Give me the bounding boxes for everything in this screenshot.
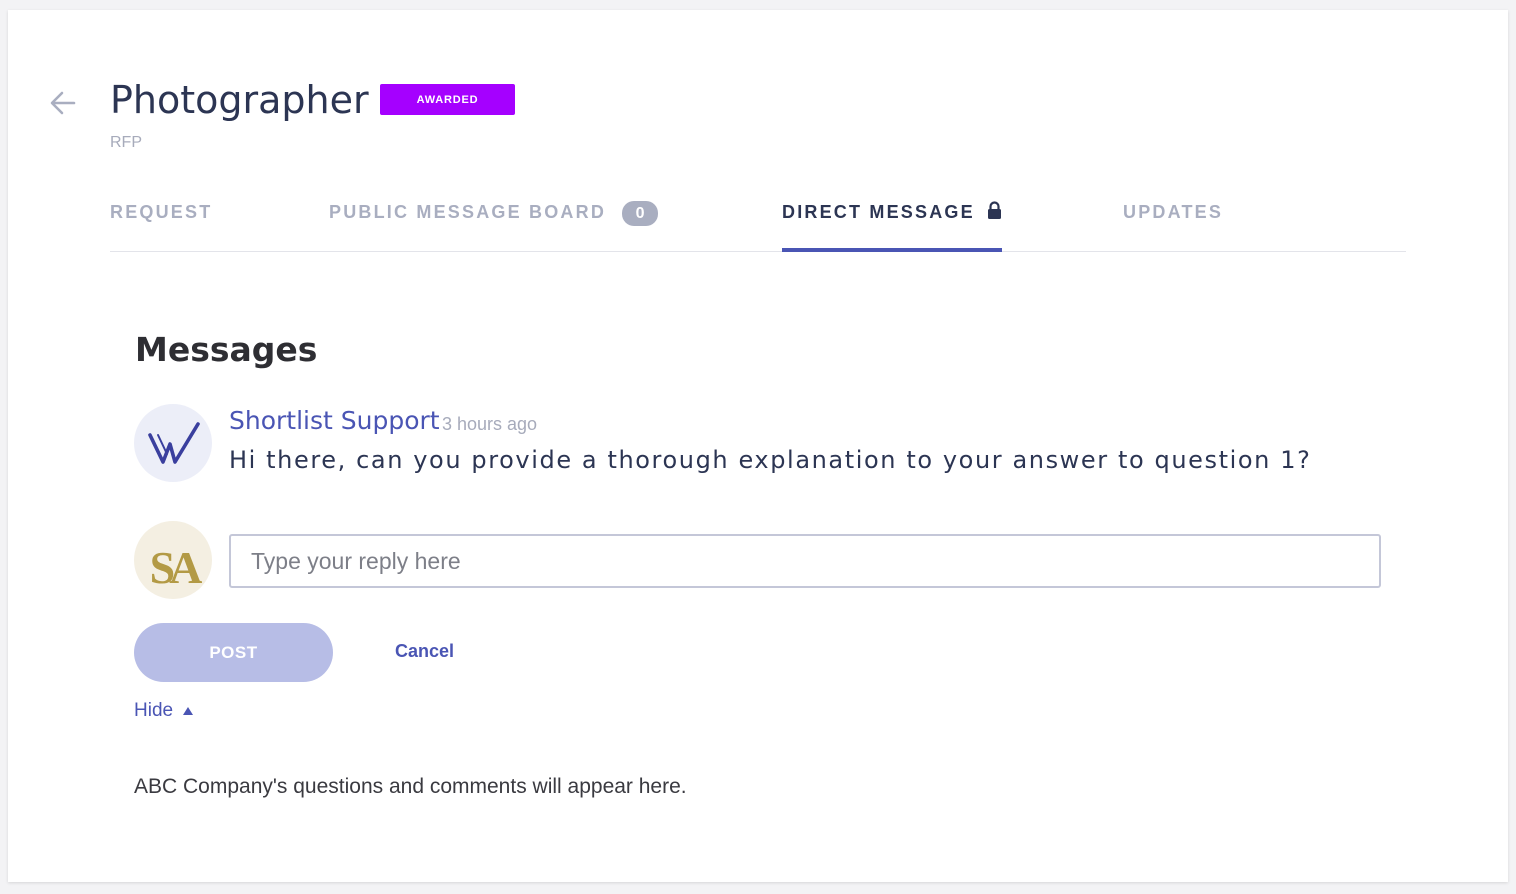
messages-heading: Messages bbox=[135, 330, 318, 369]
avatar bbox=[134, 404, 212, 482]
reply-input[interactable] bbox=[229, 534, 1381, 588]
sa-logo-icon: SA bbox=[150, 542, 209, 593]
tab-public-message-board[interactable]: PUBLIC MESSAGE BOARD 0 bbox=[329, 190, 659, 252]
empty-state-text: ABC Company's questions and comments wil… bbox=[134, 775, 687, 798]
page-title: Photographer bbox=[110, 78, 369, 122]
caret-up-icon bbox=[183, 707, 194, 715]
tab-label: REQUEST bbox=[110, 202, 213, 222]
post-button[interactable]: POST bbox=[134, 623, 333, 682]
tab-label: DIRECT MESSAGE bbox=[782, 202, 975, 222]
tab-label: UPDATES bbox=[1123, 202, 1224, 222]
tab-bar: REQUEST PUBLIC MESSAGE BOARD 0 DIRECT ME… bbox=[110, 190, 1406, 252]
message-timestamp: 3 hours ago bbox=[442, 414, 538, 434]
hide-toggle[interactable]: Hide bbox=[134, 700, 194, 722]
tab-request[interactable]: REQUEST bbox=[110, 190, 212, 252]
tab-label: PUBLIC MESSAGE BOARD bbox=[329, 202, 607, 222]
cancel-button[interactable]: Cancel bbox=[395, 641, 454, 662]
tab-direct-message[interactable]: DIRECT MESSAGE bbox=[782, 190, 1002, 252]
hide-label: Hide bbox=[134, 700, 174, 721]
message-body: Hi there, can you provide a thorough exp… bbox=[229, 446, 1312, 474]
page-card: Photographer AWARDED RFP REQUEST PUBLIC … bbox=[8, 10, 1508, 882]
svg-text:SA: SA bbox=[150, 542, 203, 593]
tab-updates[interactable]: UPDATES bbox=[1123, 190, 1223, 252]
status-badge: AWARDED bbox=[380, 84, 515, 115]
shortlist-logo-icon bbox=[148, 422, 200, 464]
lock-icon bbox=[987, 201, 1001, 219]
avatar: SA bbox=[134, 521, 212, 599]
back-arrow-icon[interactable] bbox=[48, 88, 78, 118]
message-count-badge: 0 bbox=[622, 201, 659, 226]
message-author[interactable]: Shortlist Support bbox=[229, 406, 440, 435]
page-subtitle: RFP bbox=[110, 134, 142, 151]
